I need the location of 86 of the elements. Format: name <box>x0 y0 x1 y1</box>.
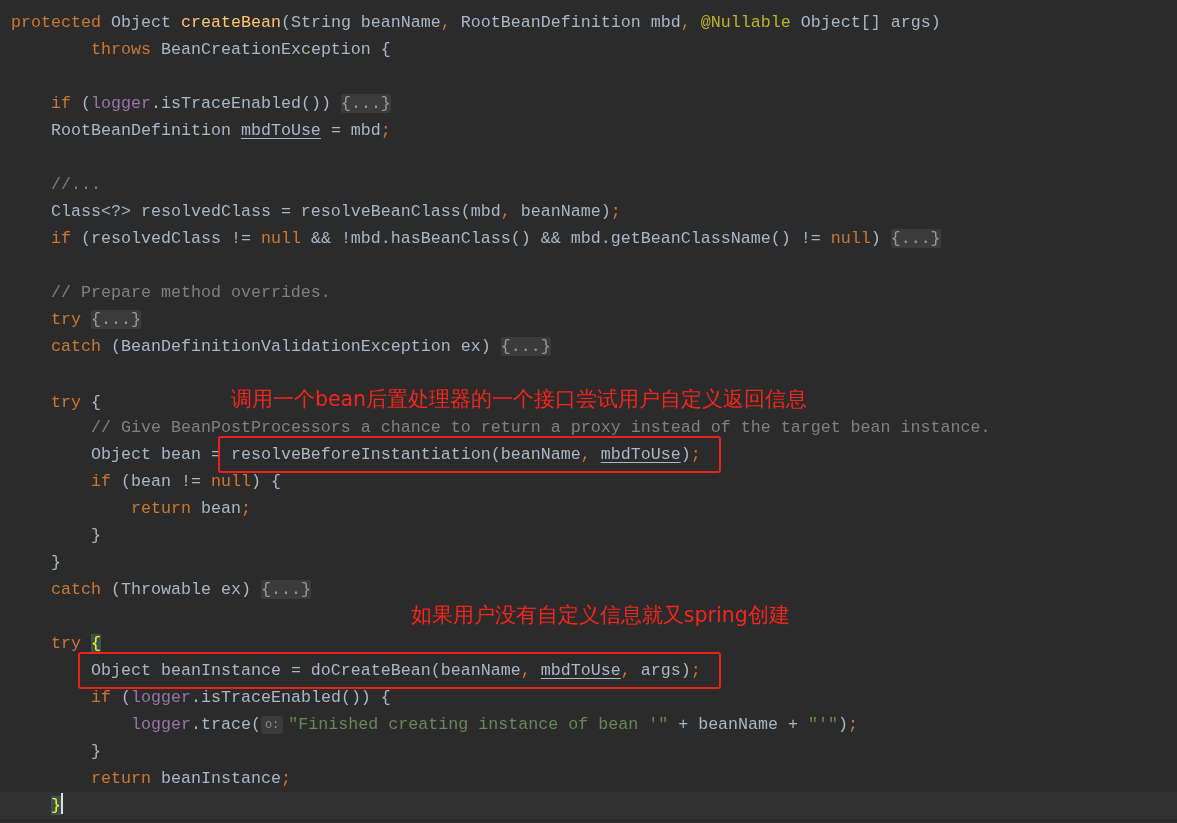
keyword: if <box>90 688 111 707</box>
code-text: Object beanInstance = doCreateBean(beanName <box>90 661 521 680</box>
code-text: ) <box>838 715 849 734</box>
code-text: ) <box>680 445 691 464</box>
annotation: @Nullable <box>700 13 791 32</box>
method-name: createBean <box>180 13 281 32</box>
code-text: } <box>90 742 101 761</box>
punctuation: , <box>440 13 451 32</box>
callout-note: 如果用户没有自定义信息就又spring创建 <box>410 603 790 627</box>
code-text: bean <box>200 499 241 518</box>
punctuation: ; <box>690 445 701 464</box>
string-literal: "Finished creating instance of bean '" <box>288 715 669 734</box>
punctuation: ; <box>280 769 291 788</box>
punctuation: ; <box>848 715 859 734</box>
code-text: ( <box>81 94 91 113</box>
keyword: catch <box>51 337 101 356</box>
parameter-hint: o: <box>260 716 284 734</box>
keyword: protected <box>11 13 101 32</box>
code-text: = mbd <box>330 121 381 140</box>
code-text: (String beanName <box>280 13 441 32</box>
keyword: null <box>830 229 871 248</box>
string-literal: "'" <box>808 715 839 734</box>
code-text: Object <box>110 13 172 32</box>
punctuation: , <box>680 13 691 32</box>
keyword: catch <box>51 580 101 599</box>
code-text: args) <box>640 661 691 680</box>
variable-name: mbdToUse <box>240 121 321 140</box>
code-text: ( <box>120 688 131 707</box>
code-text: beanInstance <box>160 769 281 788</box>
code-text: (bean != <box>120 472 202 491</box>
punctuation: , <box>520 661 531 680</box>
matched-brace: { <box>91 634 101 653</box>
keyword: null <box>210 472 251 491</box>
keyword: try <box>51 310 81 329</box>
keyword: if <box>51 94 71 113</box>
code-text: beanName) <box>520 202 611 221</box>
keyword: return <box>90 769 151 788</box>
code-text: BeanCreationException { <box>160 40 391 59</box>
folded-block[interactable]: {...} <box>260 580 311 599</box>
code-text: RootBeanDefinition mbd <box>460 13 681 32</box>
code-text: (resolvedClass != <box>81 229 252 248</box>
code-text: ) { <box>250 472 281 491</box>
code-text: .trace( <box>190 715 261 734</box>
code-text: .isTraceEnabled()) { <box>190 688 391 707</box>
keyword: try <box>51 393 81 412</box>
code-text: RootBeanDefinition <box>51 121 232 140</box>
code-comment: //... <box>51 175 101 194</box>
matched-brace: } <box>51 796 61 815</box>
code-text: .isTraceEnabled()) <box>150 94 332 113</box>
code-text: ) <box>870 229 882 248</box>
code-text: } <box>90 526 101 545</box>
field-name: logger <box>91 94 151 113</box>
code-text: && !mbd.hasBeanClass() && mbd.getBeanClassName() != <box>310 229 822 248</box>
code-text: (Throwable ex) <box>110 580 252 599</box>
folded-block[interactable]: {...} <box>500 337 551 356</box>
keyword: try <box>51 634 81 653</box>
code-text: } <box>51 553 61 572</box>
code-text: resolveBeforeInstantiation(beanName <box>230 445 581 464</box>
callout-note: 调用一个bean后置处理器的一个接口尝试用户自定义返回信息 <box>230 387 808 411</box>
code-comment: // Give BeanPostProcessors a chance to return a proxy instead of the target bean instance. <box>90 418 991 437</box>
folded-block[interactable]: {...} <box>91 310 141 329</box>
folded-block[interactable]: {...} <box>890 229 941 248</box>
code-text: Class<?> resolvedClass = resolveBeanClass(mbd <box>51 202 501 221</box>
punctuation: , <box>620 661 631 680</box>
punctuation: ; <box>380 121 391 140</box>
code-text: + beanName + <box>678 715 800 734</box>
punctuation: ; <box>610 202 621 221</box>
keyword: throws <box>90 40 151 59</box>
code-text: Object[] args) <box>800 13 941 32</box>
keyword: if <box>90 472 111 491</box>
variable-name: mbdToUse <box>600 445 681 464</box>
text-cursor <box>61 793 63 814</box>
keyword: if <box>51 229 71 248</box>
keyword: return <box>130 499 191 518</box>
punctuation: , <box>500 202 511 221</box>
variable-name: mbdToUse <box>540 661 621 680</box>
code-text: (BeanDefinitionValidationException ex) <box>110 337 492 356</box>
keyword: null <box>260 229 301 248</box>
field-name: logger <box>130 688 191 707</box>
folded-block[interactable]: {...} <box>340 94 391 113</box>
field-name: logger <box>130 715 191 734</box>
code-text: { <box>91 393 101 412</box>
punctuation: ; <box>690 661 701 680</box>
code-comment: // Prepare method overrides. <box>51 283 331 302</box>
punctuation: , <box>580 445 591 464</box>
punctuation: ; <box>240 499 251 518</box>
